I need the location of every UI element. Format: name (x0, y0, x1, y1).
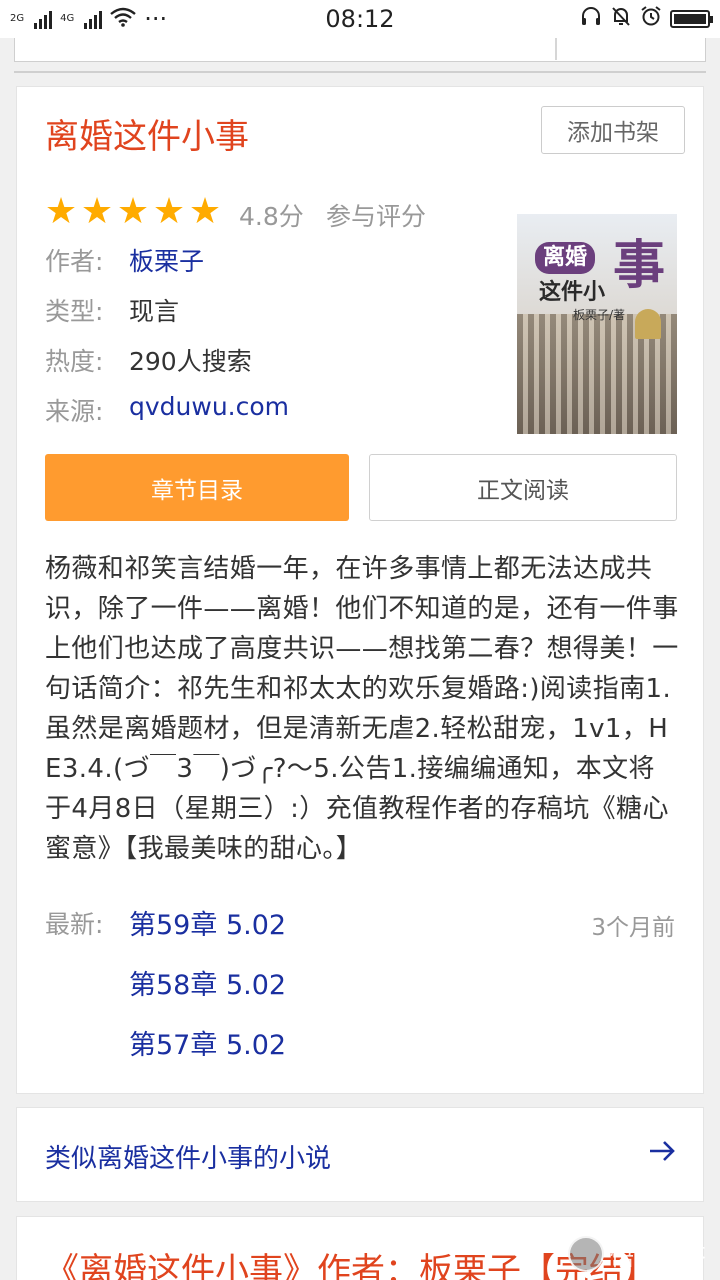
book-card: 离婚这件小事 添加书架 ★ ★ ★ ★ ★ 4.8分 参与评分 作者: 板栗子 … (16, 86, 704, 1094)
wifi-icon (110, 5, 137, 33)
battery-icon (670, 10, 713, 28)
book-title[interactable]: 离婚这件小事 (45, 109, 249, 158)
star-icon: ★ (80, 191, 114, 232)
star-icon: ★ (44, 191, 78, 232)
sim1-label: 2G (10, 13, 25, 24)
arrow-right-icon[interactable] (647, 1136, 677, 1172)
more-dots-icon: ··· (144, 5, 168, 33)
signal-icon (34, 9, 53, 29)
popularity-value: 290人搜索 (129, 347, 252, 376)
info-label: 来源: (45, 397, 104, 426)
status-left: 2G 4G ··· (10, 5, 167, 33)
info-label: 作者: (45, 247, 104, 276)
signal-icon (84, 9, 103, 29)
star-icon: ★ (188, 191, 222, 232)
book-cover[interactable]: 离婚 这件小 事 板栗子/著 (517, 214, 677, 434)
mute-bell-icon (610, 5, 632, 33)
search-input[interactable] (14, 38, 706, 62)
chapter-link[interactable]: 第58章 5.02 (129, 963, 286, 1002)
cover-title-line2: 这件小 (539, 279, 606, 305)
watermark-text: 悟空问答 (610, 1242, 706, 1271)
next-result-title[interactable]: 《离婚这件小事》作者：板栗子【完结】 (45, 1243, 657, 1280)
search-bar-remnant (0, 38, 720, 78)
chapter-link[interactable]: 第57章 5.02 (129, 1023, 286, 1062)
cover-title-big: 事 (613, 235, 666, 296)
source-link[interactable]: qvduwu.com (129, 392, 289, 428)
cover-title-line1: 离婚 (535, 242, 595, 274)
chapter-link[interactable]: 第59章 5.02 (129, 903, 286, 942)
info-popularity: 热度: 290人搜索 (45, 342, 252, 378)
star-icon: ★ (152, 191, 186, 232)
similar-novels-link[interactable]: 类似离婚这件小事的小说 (45, 1138, 331, 1175)
add-to-shelf-button[interactable]: 添加书架 (541, 106, 685, 154)
cover-author: 板栗子/著 (573, 308, 626, 322)
info-author: 作者: 板栗子 (45, 242, 204, 278)
headphones-icon (580, 5, 602, 33)
genre-value: 现言 (129, 297, 180, 326)
status-bar: 2G 4G ··· 08:12 (0, 0, 720, 38)
updated-time: 3个月前 (591, 915, 675, 941)
star-icon: ★ (116, 191, 150, 232)
watermark: 悟空问答 (568, 1236, 706, 1272)
latest-label: 最新: (45, 910, 104, 939)
status-right (580, 5, 713, 33)
book-description: 杨薇和祁笑言结婚一年，在许多事情上都无法达成共识，除了一件——离婚！他们不知道的… (45, 554, 679, 864)
rating-score: 4.8分 (239, 202, 304, 231)
rate-link[interactable]: 参与评分 (326, 197, 426, 233)
author-link[interactable]: 板栗子 (129, 242, 204, 278)
wukong-logo-icon (568, 1236, 604, 1272)
sim2-label: 4G (60, 13, 75, 24)
info-source: 来源: qvduwu.com (45, 392, 289, 428)
info-genre: 类型: 现言 (45, 292, 179, 328)
info-label: 类型: (45, 297, 104, 326)
info-label: 热度: (45, 347, 104, 376)
similar-novels-card[interactable]: 类似离婚这件小事的小说 (16, 1107, 704, 1202)
read-button[interactable]: 正文阅读 (369, 454, 677, 521)
chapter-list-button[interactable]: 章节目录 (45, 454, 349, 521)
rating-stars: ★ ★ ★ ★ ★ (44, 191, 222, 232)
alarm-icon (640, 5, 662, 33)
